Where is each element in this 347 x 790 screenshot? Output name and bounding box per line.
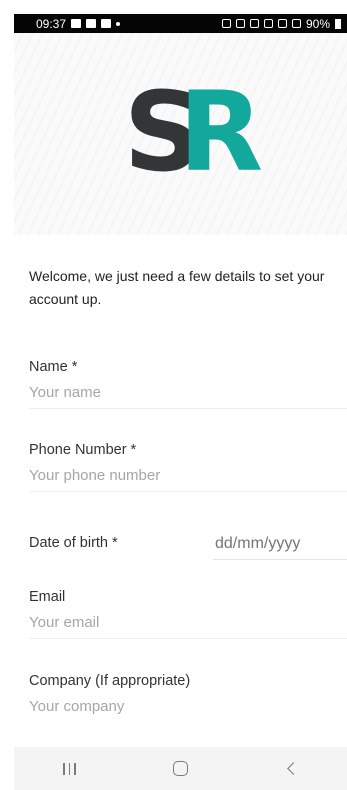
- recents-icon: [63, 762, 76, 775]
- phone-label: Phone Number *: [29, 442, 137, 458]
- logo-letter-s: S: [123, 68, 203, 196]
- email-field: Email: [29, 586, 347, 639]
- status-left: 09:37: [36, 16, 121, 31]
- mail-notification-icon: [101, 19, 112, 28]
- welcome-message: Welcome, we just need a few details to s…: [29, 268, 325, 307]
- status-right: 90%: [221, 16, 341, 31]
- nfc-icon: [221, 19, 231, 28]
- alarm-icon: [235, 19, 245, 28]
- back-button[interactable]: [262, 747, 322, 790]
- status-bar: 09:37 90%: [14, 14, 347, 33]
- recents-button[interactable]: [40, 747, 100, 790]
- name-label: Name *: [29, 359, 78, 375]
- phone-input[interactable]: [29, 461, 347, 491]
- signal-icon: [291, 19, 301, 28]
- battery-percent: 90%: [305, 16, 330, 31]
- photo-notification-icon: [71, 19, 82, 28]
- sr-logo: S R: [123, 68, 264, 196]
- mute-icon: [263, 19, 273, 28]
- home-icon: [173, 761, 188, 776]
- back-icon: [287, 762, 300, 775]
- status-time: 09:37: [36, 16, 67, 31]
- system-navigation-bar: [14, 747, 347, 790]
- phone-field: Phone Number *: [29, 439, 347, 492]
- name-input[interactable]: [29, 378, 347, 408]
- dob-field: Date of birth *: [29, 528, 347, 560]
- battery-icon: [335, 18, 341, 29]
- company-label: Company (If appropriate): [29, 673, 191, 689]
- hero-banner: S R: [14, 33, 347, 235]
- name-field: Name *: [29, 356, 347, 409]
- wifi-icon: [277, 19, 287, 28]
- company-field: Company (If appropriate): [29, 670, 347, 722]
- logo-letter-r: R: [178, 68, 264, 196]
- email-input[interactable]: [29, 608, 347, 638]
- dob-input[interactable]: [213, 528, 347, 560]
- home-button[interactable]: [151, 747, 211, 790]
- more-notifications-icon: [116, 21, 121, 26]
- message-notification-icon: [86, 19, 97, 28]
- bluetooth-icon: [249, 19, 259, 28]
- dob-label: Date of birth *: [29, 535, 118, 551]
- email-label: Email: [29, 589, 66, 605]
- company-input[interactable]: [29, 692, 347, 722]
